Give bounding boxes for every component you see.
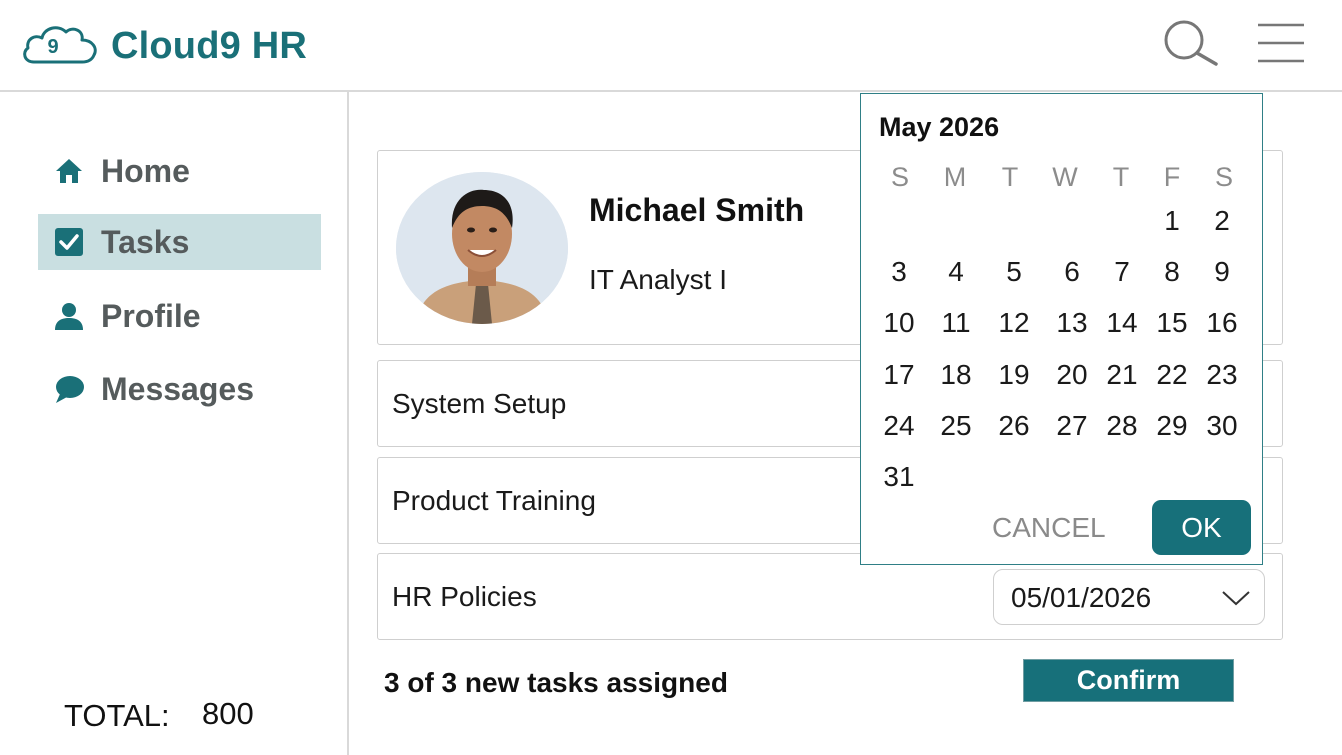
calendar-day[interactable]: 8	[1151, 256, 1193, 288]
weekday-header: F	[1163, 162, 1181, 192]
weekday-header: M	[943, 162, 967, 192]
search-button[interactable]	[1160, 18, 1222, 68]
menu-button[interactable]	[1256, 22, 1306, 64]
calendar-day[interactable]: 4	[935, 256, 977, 288]
calendar-day[interactable]: 3	[878, 256, 920, 288]
calendar-day[interactable]: 17	[878, 359, 920, 391]
svg-text:9: 9	[47, 36, 58, 58]
weekday-header: W	[1052, 162, 1078, 192]
search-icon	[1164, 20, 1218, 66]
checkbox-icon	[54, 227, 84, 257]
sidebar-item-label: Tasks	[101, 223, 190, 260]
sidebar-item-profile[interactable]: Profile	[38, 288, 321, 344]
task-label: Product Training	[392, 484, 596, 516]
hamburger-menu-icon	[1258, 23, 1304, 63]
calendar-day[interactable]: 21	[1101, 359, 1143, 391]
calendar-day[interactable]: 28	[1101, 410, 1143, 442]
task-label: System Setup	[392, 387, 567, 419]
calendar-day[interactable]: 20	[1051, 359, 1093, 391]
calendar-day[interactable]: 12	[993, 307, 1035, 339]
tasks-assigned-status: 3 of 3 new tasks assigned	[384, 667, 728, 698]
date-picker-field[interactable]: 05/01/2026	[993, 569, 1265, 625]
calendar-day[interactable]: 6	[1051, 256, 1093, 288]
calendar-day[interactable]: 19	[993, 359, 1035, 391]
cloud-logo-icon: 9	[20, 22, 98, 66]
calendar-day[interactable]: 16	[1201, 307, 1243, 339]
calendar-day[interactable]: 24	[878, 410, 920, 442]
profile-name: Michael Smith	[589, 192, 805, 228]
calendar-day[interactable]: 27	[1051, 410, 1093, 442]
calendar-cancel-button[interactable]: CANCEL	[992, 512, 1106, 544]
calendar-day[interactable]: 10	[878, 307, 920, 339]
home-icon	[54, 156, 84, 186]
confirm-button[interactable]: Confirm	[1023, 659, 1234, 702]
calendar-day[interactable]: 22	[1151, 359, 1193, 391]
calendar-day[interactable]: 15	[1151, 307, 1193, 339]
chat-bubble-icon	[54, 374, 84, 404]
sidebar-item-tasks[interactable]: Tasks	[38, 214, 321, 270]
app-header: 9 Cloud9 HR	[0, 0, 1342, 92]
calendar-day[interactable]: 11	[935, 307, 977, 339]
calendar-day[interactable]: 9	[1201, 256, 1243, 288]
calendar-popup: May 2026 S M T W T F S 1 2 3 4 5 6 7 8 9 10 11 12 13…	[860, 93, 1263, 565]
calendar-day[interactable]: 18	[935, 359, 977, 391]
calendar-day[interactable]: 23	[1201, 359, 1243, 391]
sidebar-item-label: Profile	[101, 297, 201, 334]
profile-role: IT Analyst I	[589, 264, 727, 295]
date-value: 05/01/2026	[1011, 582, 1152, 613]
calendar-day[interactable]: 26	[993, 410, 1035, 442]
total-label: TOTAL:	[64, 698, 170, 733]
calendar-day[interactable]: 7	[1101, 256, 1143, 288]
sidebar-item-messages[interactable]: Messages	[38, 361, 321, 417]
calendar-day[interactable]: 30	[1201, 410, 1243, 442]
calendar-day[interactable]: 2	[1201, 205, 1243, 237]
calendar-day[interactable]: 13	[1051, 307, 1093, 339]
weekday-header: S	[1214, 162, 1233, 192]
calendar-day[interactable]: 31	[878, 461, 920, 493]
calendar-day[interactable]: 5	[993, 256, 1035, 288]
avatar	[396, 172, 568, 324]
sidebar-item-home[interactable]: Home	[38, 143, 321, 199]
calendar-day[interactable]: 14	[1101, 307, 1143, 339]
weekday-header: T	[1001, 162, 1019, 192]
weekday-header: S	[890, 162, 909, 192]
chevron-down-icon	[1222, 591, 1250, 606]
calendar-day[interactable]: 1	[1151, 205, 1193, 237]
total-value: 800	[202, 696, 254, 731]
calendar-ok-button[interactable]: OK	[1152, 500, 1251, 555]
user-icon	[54, 301, 84, 331]
sidebar-item-label: Messages	[101, 370, 254, 407]
calendar-day[interactable]: 29	[1151, 410, 1193, 442]
sidebar: Home Tasks Profile Messages TOTAL: 800	[0, 92, 349, 755]
calendar-month-label: May 2026	[879, 112, 1000, 142]
calendar-day[interactable]: 25	[935, 410, 977, 442]
sidebar-item-label: Home	[101, 152, 190, 189]
app-title: Cloud9 HR	[111, 25, 308, 67]
task-label: HR Policies	[392, 580, 537, 612]
weekday-header: T	[1112, 162, 1130, 192]
